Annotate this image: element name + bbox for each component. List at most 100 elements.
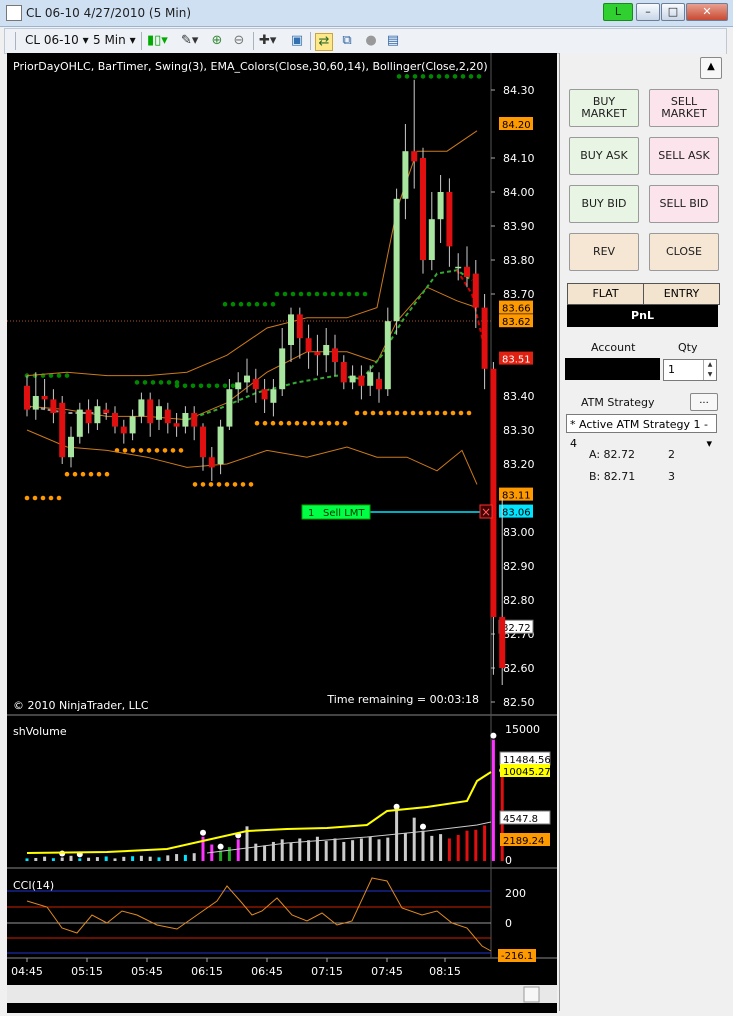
sell-bid-button[interactable]: SELL BID xyxy=(649,185,719,223)
volume-bar xyxy=(69,855,73,861)
sell-ask-button[interactable]: SELL ASK xyxy=(649,137,719,175)
atm-strategy-select[interactable]: * Active ATM Strategy 1 - 4 ▾ xyxy=(566,414,717,450)
swing-dot xyxy=(282,291,288,297)
flat-tab[interactable]: FLAT xyxy=(567,283,644,305)
candle-body xyxy=(226,389,233,427)
panel-collapse-button[interactable]: ▲ xyxy=(700,57,722,79)
candle-body xyxy=(437,192,444,220)
price-tick-label: 84.30 xyxy=(503,84,535,97)
atm-strategy-label: ATM Strategy xyxy=(581,396,655,409)
scrollbar-thumb[interactable] xyxy=(523,986,540,1003)
properties-icon[interactable]: ▣ xyxy=(289,33,305,49)
time-tick-label: 05:45 xyxy=(131,965,163,978)
cci-tick-200: 200 xyxy=(505,887,526,900)
copyright-label: © 2010 NinjaTrader, LLC xyxy=(13,699,149,712)
volume-bar xyxy=(263,845,267,861)
candle-body xyxy=(208,457,215,468)
candle-body xyxy=(120,426,127,434)
swing-dot xyxy=(294,420,300,426)
candle-body xyxy=(428,219,435,260)
swing-dot xyxy=(130,448,136,453)
interval-selector[interactable]: 5 Min ▾ xyxy=(93,33,136,47)
price-tick-label: 83.40 xyxy=(503,390,535,403)
volume-bar xyxy=(43,856,47,861)
data-box-icon[interactable]: ▤ xyxy=(385,33,401,49)
swing-dot xyxy=(150,380,156,385)
candle-body xyxy=(376,379,382,390)
maximize-button[interactable]: □ xyxy=(661,3,685,21)
swing-dot xyxy=(418,410,424,416)
volume-tick-zero: 0 xyxy=(505,854,512,867)
volume-tick-top: 15000 xyxy=(505,723,540,736)
close-position-button[interactable]: CLOSE xyxy=(649,233,719,271)
candle-body xyxy=(94,406,101,424)
candle-body xyxy=(490,368,497,617)
price-tick-label: 82.90 xyxy=(503,560,535,573)
time-tick-label: 06:15 xyxy=(191,965,223,978)
zoom-in-icon[interactable]: ⊕ xyxy=(209,33,225,49)
crosshair-icon[interactable]: ✚▾ xyxy=(259,33,276,49)
swing-dot xyxy=(56,495,62,501)
reverse-button[interactable]: REV xyxy=(569,233,639,271)
swing-dot xyxy=(40,495,46,501)
zoom-out-icon[interactable]: ⊖ xyxy=(231,33,247,49)
buy-bid-button[interactable]: BUY BID xyxy=(569,185,639,223)
buy-market-button[interactable]: BUY MARKET xyxy=(569,89,639,127)
swing-dot xyxy=(48,495,54,501)
swing-dot xyxy=(396,74,402,79)
swing-dot xyxy=(64,373,70,378)
chart-trader-icon[interactable]: ⇄ xyxy=(315,33,333,51)
cci-tick-0: 0 xyxy=(505,917,512,930)
price-chart-svg[interactable]: PriorDayOHLC, BarTimer, Swing(3), EMA_Co… xyxy=(7,53,557,1013)
candle-body xyxy=(112,413,118,427)
chart-area[interactable]: PriorDayOHLC, BarTimer, Swing(3), EMA_Co… xyxy=(7,53,557,1013)
candle-body xyxy=(411,151,418,162)
candle-body xyxy=(76,409,83,437)
candle-body xyxy=(464,266,470,277)
horizontal-scrollbar[interactable] xyxy=(7,985,557,1003)
volume-bar xyxy=(166,855,170,861)
candle-body xyxy=(340,362,347,383)
swing-dot xyxy=(354,291,360,297)
swing-dot xyxy=(318,420,324,426)
order-label: Sell LMT xyxy=(323,508,365,519)
atm-strategy-options-button[interactable]: ... xyxy=(690,393,718,411)
instrument-selector[interactable]: CL 06-10 ▾ xyxy=(25,33,89,47)
quantity-spinner[interactable]: ▲ ▼ xyxy=(703,360,716,380)
volume-bar xyxy=(307,840,311,861)
volume-bar xyxy=(113,858,117,861)
close-window-button[interactable]: ✕ xyxy=(686,3,728,21)
candle-body xyxy=(50,399,57,413)
candle-body xyxy=(59,402,66,458)
strategy-icon[interactable]: ● xyxy=(363,33,379,49)
swing-dot xyxy=(402,410,408,416)
price-marker-label: 83.06 xyxy=(502,508,531,519)
sell-market-button[interactable]: SELL MARKET xyxy=(649,89,719,127)
swing-dot xyxy=(270,301,276,307)
volume-bar xyxy=(227,847,231,861)
bar-timer: Time remaining = 00:03:18 xyxy=(326,693,479,706)
candle-body xyxy=(402,151,409,199)
swing-dot xyxy=(326,420,332,426)
indicators-icon[interactable]: ⧉ xyxy=(339,33,355,49)
toolbar-separator xyxy=(253,32,254,50)
pencil-icon[interactable]: ✎▾ xyxy=(181,33,198,49)
candlestick-icon[interactable]: ▮▯▾ xyxy=(147,33,168,49)
quantity-stepper[interactable]: 1 ▲ ▼ xyxy=(663,359,717,381)
swing-dot xyxy=(274,291,280,297)
swing-dot xyxy=(162,448,168,453)
qty-label: Qty xyxy=(678,341,698,354)
candle-body xyxy=(182,413,189,427)
pnl-display[interactable]: PnL xyxy=(567,305,718,327)
minimize-button[interactable]: – xyxy=(636,3,660,21)
entry-tab[interactable]: ENTRY xyxy=(643,283,720,305)
volume-bar xyxy=(236,839,240,861)
swing-dot xyxy=(334,420,340,426)
volume-bar xyxy=(483,825,487,861)
link-badge[interactable]: L xyxy=(603,3,633,21)
price-marker-label: 83.62 xyxy=(502,317,531,328)
candle-body xyxy=(147,399,154,424)
account-selector[interactable] xyxy=(565,358,660,380)
target-b-price: B: 82.71 xyxy=(589,470,636,483)
buy-ask-button[interactable]: BUY ASK xyxy=(569,137,639,175)
